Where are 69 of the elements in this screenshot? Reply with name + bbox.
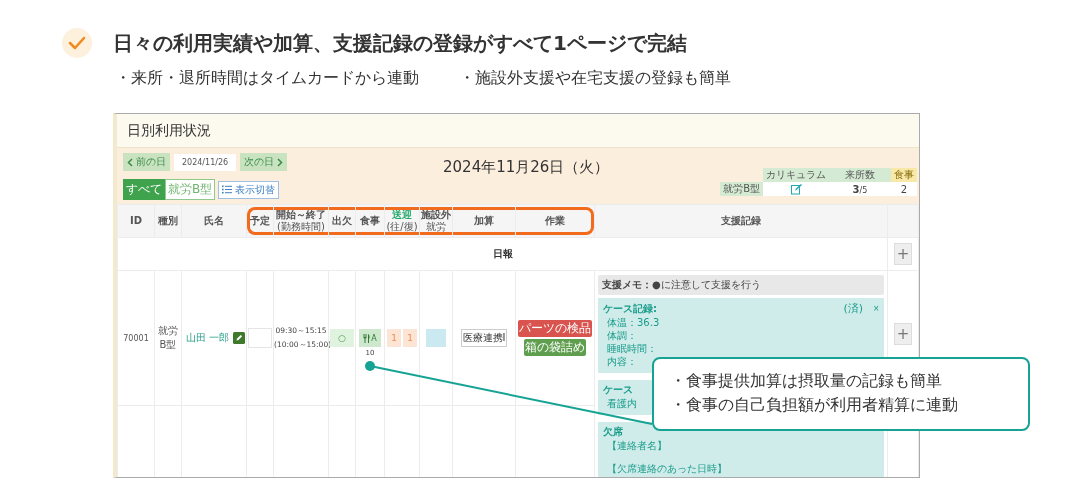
- fork-knife-icon: [363, 333, 371, 343]
- transport-button[interactable]: 1: [403, 329, 417, 348]
- record-line: 体温：36.3: [606, 316, 660, 329]
- check-icon: [62, 28, 92, 58]
- column-subheader: (往/復): [385, 221, 419, 233]
- close-button[interactable]: ×: [873, 303, 879, 314]
- next-day-button[interactable]: 次の日: [240, 153, 288, 171]
- column-header: 食事: [359, 215, 381, 227]
- record-line: 内容：: [606, 355, 637, 368]
- record-line: 【欠席連絡のあった日時】: [606, 462, 727, 475]
- prev-day-button[interactable]: 前の日: [123, 153, 170, 171]
- chevron-right-icon: [277, 157, 284, 167]
- row-label: 就労B型: [720, 182, 763, 196]
- filter-tab[interactable]: 就労B型: [165, 179, 216, 200]
- support-memo: 支援メモ：●に注意して支援を行う: [598, 275, 884, 295]
- type-text: 就労B型: [157, 324, 179, 353]
- task-tag: パーツの検品: [518, 320, 592, 338]
- card-title: ケース: [603, 383, 634, 397]
- column-header: カリキュラム: [763, 168, 829, 182]
- record-line: 体調：: [606, 329, 637, 342]
- card-title: ケース記録:: [603, 301, 658, 316]
- column-header: 送迎: [391, 209, 413, 221]
- column-header: ID: [129, 215, 143, 227]
- task-tag: 箱の袋詰め: [524, 339, 586, 357]
- column-header: 開始～終了: [275, 209, 327, 221]
- table-cell: 3/5: [829, 182, 891, 196]
- card-title: 欠席: [603, 425, 624, 439]
- schedule-field[interactable]: [248, 328, 272, 349]
- attendance-button[interactable]: ○: [330, 329, 354, 348]
- column-subheader: (勤務時間): [276, 221, 326, 233]
- view-toggle-button[interactable]: 表示切替: [218, 180, 280, 199]
- column-header: 支援記録: [720, 215, 762, 227]
- callout-text: ・食事提供加算は摂取量の記録も簡単: [670, 370, 943, 392]
- feature-text: ・施設外支援や在宅支援の登録も簡単: [459, 68, 731, 89]
- column-header: 氏名: [203, 215, 225, 227]
- headline: 日々の利用実績や加算、支援記録の登録がすべて1ページで完結: [113, 29, 687, 57]
- record-line: 【連絡者名】: [606, 439, 667, 452]
- column-header: 出欠: [331, 215, 353, 227]
- column-header: 予定: [249, 215, 271, 227]
- record-line: 睡眠時間：: [606, 342, 657, 355]
- column-header: 食事: [891, 168, 917, 182]
- edit-icon: [233, 332, 246, 345]
- date-field[interactable]: 2024/11/26: [174, 153, 237, 171]
- chevron-left-icon: [127, 157, 133, 167]
- status-text: (済): [843, 301, 864, 316]
- table-cell: 2: [891, 182, 917, 196]
- column-header: 種別: [157, 215, 179, 227]
- meal-button[interactable]: A: [359, 329, 381, 348]
- filter-tab[interactable]: すべて: [123, 179, 165, 200]
- report-label: 日報: [492, 248, 513, 259]
- id-text: 70001: [123, 333, 149, 343]
- add-button[interactable]: +: [894, 243, 912, 265]
- callout-text: ・食事の自己負担額が利用者精算に連動: [670, 394, 959, 416]
- column-header: 来所数: [829, 168, 891, 182]
- column-subheader: 就労: [425, 221, 447, 233]
- user-name-link[interactable]: 山田 一郎: [186, 332, 230, 344]
- addition-tag: 医療連携Ⅰ: [460, 329, 508, 348]
- window-title: 日別利用状況: [117, 114, 919, 148]
- column-header: 加算: [473, 215, 495, 227]
- date-heading: 2024年11月26日（火）: [443, 158, 610, 177]
- add-button[interactable]: +: [894, 323, 912, 345]
- column-header: 作業: [544, 215, 566, 227]
- list-icon: [222, 185, 233, 194]
- column-header: 施設外: [420, 209, 452, 221]
- off-site-button[interactable]: [426, 329, 446, 348]
- feature-text: ・来所・退所時間はタイムカードから連動: [115, 68, 419, 89]
- transport-button[interactable]: 1: [387, 329, 401, 348]
- record-line: 看護内: [606, 397, 637, 410]
- edit-icon: [790, 183, 802, 195]
